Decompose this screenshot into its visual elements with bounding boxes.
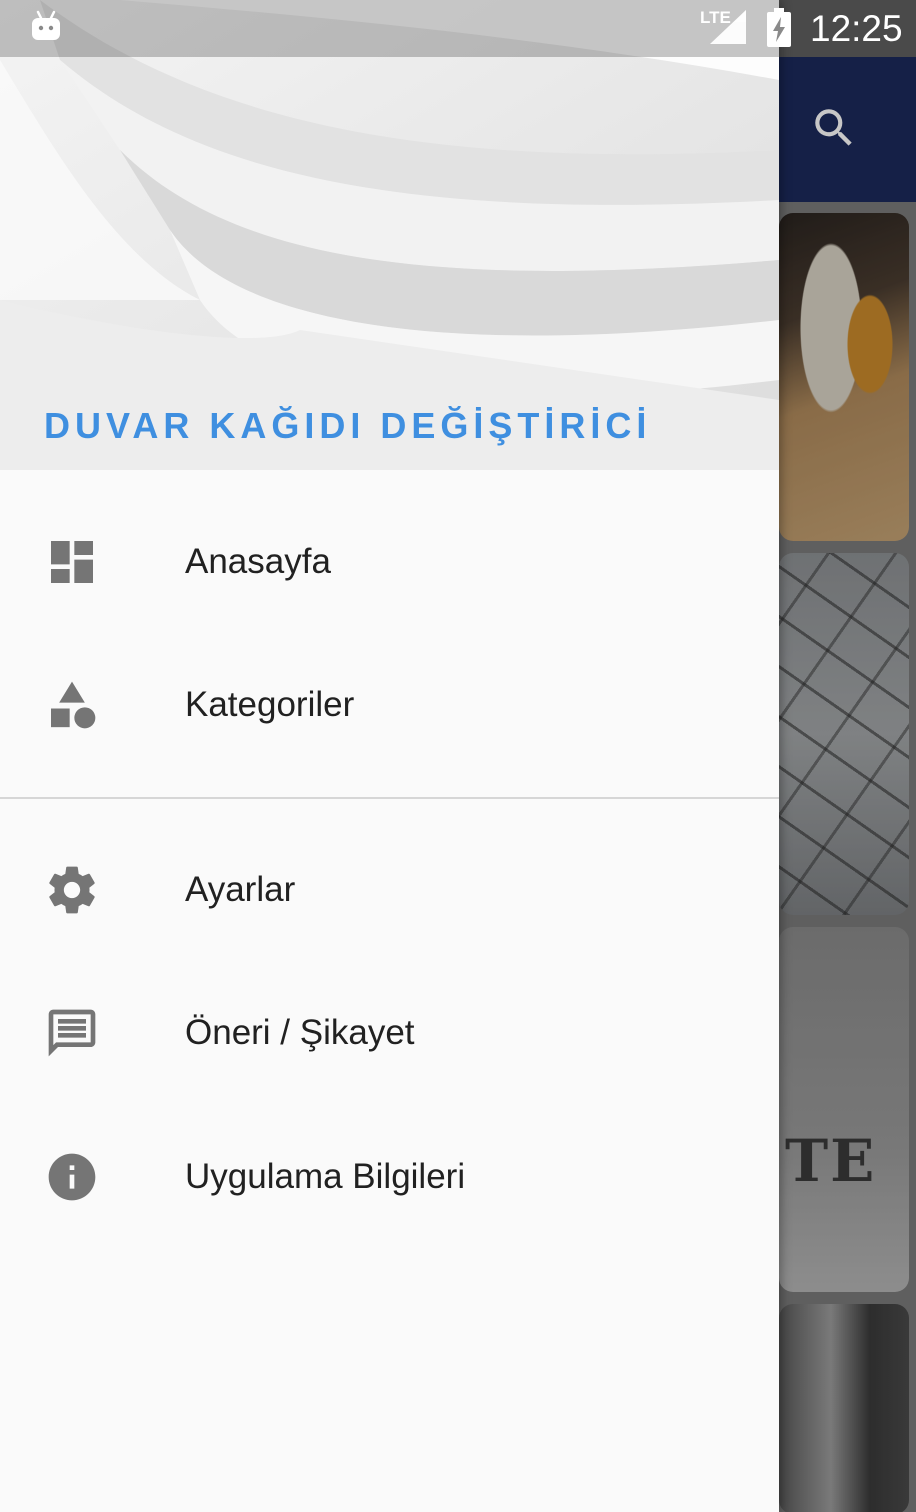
header-background-art: [0, 0, 779, 470]
drawer-item-kategoriler[interactable]: Kategoriler: [0, 635, 779, 775]
status-bar: LTE 12:25: [0, 0, 916, 57]
drawer-item-label: Kategoriler: [185, 685, 355, 724]
drawer-divider: [0, 797, 779, 799]
battery-charging-icon: [766, 8, 792, 53]
drawer-item-label: Öneri / Şikayet: [185, 1013, 415, 1052]
dashboard-icon: [44, 534, 100, 590]
info-icon: [44, 1149, 100, 1205]
drawer-item-uygulama-bilgileri[interactable]: Uygulama Bilgileri: [0, 1107, 779, 1247]
drawer-header: DUVAR KAĞIDI DEĞİŞTİRİCİ: [0, 0, 779, 470]
drawer-item-oneri-sikayet[interactable]: Öneri / Şikayet: [0, 963, 779, 1103]
category-icon: [44, 677, 100, 733]
navigation-drawer: DUVAR KAĞIDI DEĞİŞTİRİCİ Anasayfa Katego…: [0, 0, 779, 1512]
drawer-item-label: Uygulama Bilgileri: [185, 1157, 466, 1196]
clock: 12:25: [810, 8, 903, 49]
settings-gear-icon: [44, 862, 100, 918]
drawer-item-ayarlar[interactable]: Ayarlar: [0, 820, 779, 960]
feedback-message-icon: [44, 1005, 100, 1061]
drawer-app-title: DUVAR KAĞIDI DEĞİŞTİRİCİ: [44, 405, 652, 446]
android-debug-icon: [30, 10, 62, 47]
signal-icon: [708, 8, 748, 51]
drawer-item-anasayfa[interactable]: Anasayfa: [0, 492, 779, 632]
drawer-item-label: Anasayfa: [185, 542, 331, 581]
drawer-item-label: Ayarlar: [185, 870, 296, 909]
